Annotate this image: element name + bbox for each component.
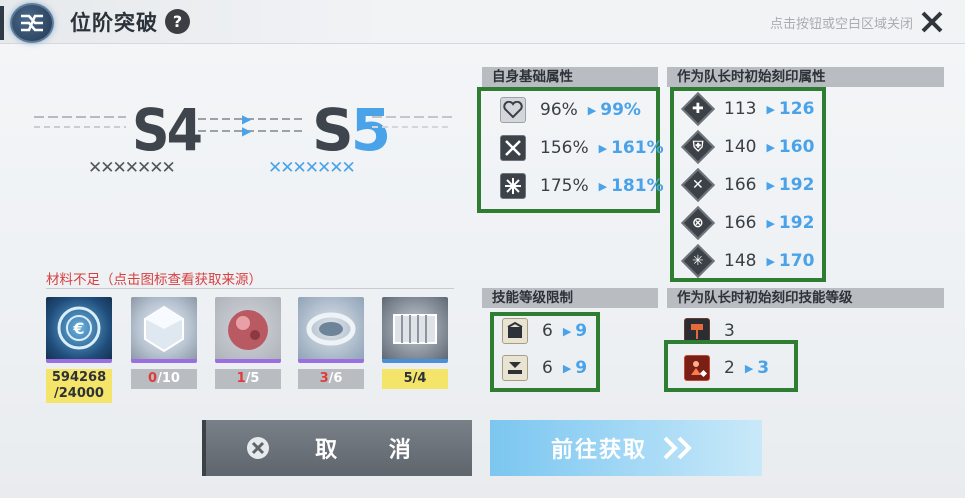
arrow-icon: ▶ — [598, 141, 608, 155]
stat-row: ✚ 113 ▶ 126 — [681, 92, 814, 126]
top-bar: 位阶突破 ? 点击按钮或空白区域关闭 — [0, 0, 965, 44]
material-count: 5/4 — [382, 369, 448, 389]
skill-box-icon — [502, 318, 528, 344]
breakthrough-logo-icon — [10, 3, 54, 43]
target-icon: ⊗ — [681, 206, 715, 240]
heart-icon — [500, 97, 526, 123]
obtain-button-label: 前往获取 — [550, 438, 647, 463]
fire-user-icon — [684, 355, 710, 381]
arrow-icon: ▶ — [766, 254, 775, 268]
stat-row: ✕ 166 ▶ 192 — [681, 168, 814, 202]
materials-warning: 材料不足（点击图标查看获取来源） — [46, 272, 262, 288]
material-red-orb-icon[interactable] — [215, 297, 281, 363]
stat-row: ⛨ 140 ▶ 160 — [681, 130, 814, 164]
close-hint: 点击按钮或空白区域关闭 — [769, 17, 913, 32]
skill-limit-title: 技能等级限制 — [482, 288, 658, 308]
obtain-button[interactable]: 前往获取 — [490, 420, 762, 476]
cancel-button[interactable]: 取 消 — [202, 420, 472, 476]
arrow-icon: ▶ — [598, 179, 608, 193]
dash-left-2 — [34, 126, 126, 128]
stat-row: ✳ 148 ▶ 170 — [681, 244, 814, 278]
stat-row: 175% ▶ 181% — [500, 173, 664, 199]
dash-left — [34, 116, 126, 118]
materials-divider — [46, 288, 454, 289]
skill-ultimate-icon — [502, 355, 528, 381]
rank-current-marks: ✕✕✕✕✕✕✕ — [88, 158, 176, 178]
rank-next: S5 — [312, 96, 391, 164]
leader-stats-title: 作为队长时初始刻印属性 — [667, 67, 944, 87]
dash-right-2 — [372, 126, 452, 128]
material-count: 594268/24000 — [46, 369, 112, 403]
stat-row: 6 ▶ 9 — [502, 318, 587, 344]
double-chevron-right-icon — [663, 436, 692, 460]
arrow-icon: ▶ — [766, 216, 775, 230]
material-credit-coin-icon[interactable]: € — [46, 297, 112, 363]
arrow-icon: ▶ — [587, 103, 597, 117]
base-stats-title: 自身基础属性 — [482, 67, 658, 87]
stat-row: 96% ▶ 99% — [500, 97, 641, 123]
crossed-swords-icon: ✕ — [681, 168, 715, 202]
shield-burst-icon — [500, 173, 526, 199]
svg-text:€: € — [72, 319, 84, 338]
arrow-icon: ▶ — [766, 102, 775, 116]
rank-current: S4 — [132, 96, 203, 164]
rank-next-marks: ✕✕✕✕✕✕✕ — [268, 158, 356, 178]
arrow-icon: ▶ — [562, 324, 572, 338]
arrow-icon: ▶ — [744, 361, 754, 375]
arrow-icon: ▶ — [766, 178, 775, 192]
armor-icon: ⛨ — [681, 130, 715, 164]
dash-mid — [198, 118, 306, 120]
help-icon[interactable]: ? — [165, 9, 190, 34]
close-icon[interactable] — [919, 9, 945, 35]
snowflake-icon: ✳ — [681, 244, 715, 278]
material-crystal-cube-icon[interactable] — [131, 297, 197, 363]
page-title: 位阶突破 — [70, 11, 158, 35]
stat-row: ⊗ 166 ▶ 192 — [681, 206, 814, 240]
dash-right — [372, 116, 452, 118]
material-count: 1/5 — [215, 369, 281, 389]
leader-skill-title: 作为队长时初始刻印技能等级 — [667, 288, 944, 308]
stat-row: 6 ▶ 9 — [502, 355, 587, 381]
arrow-icon: ▶ — [766, 140, 775, 154]
material-count: 0/10 — [131, 369, 197, 389]
stat-row: 2 ▶ 3 — [684, 355, 769, 381]
dash-mid-2 — [198, 130, 306, 132]
material-battery-pack-icon[interactable] — [382, 297, 448, 363]
cross-shield-icon: ✚ — [681, 92, 715, 126]
topbar-accent — [0, 6, 4, 40]
material-gear-ring-icon[interactable] — [298, 297, 364, 363]
cancel-button-label: 取 消 — [315, 438, 433, 463]
sword-icon — [500, 135, 526, 161]
cancel-circle-icon — [247, 437, 270, 459]
arrow-icon: ▶ — [562, 361, 572, 375]
arrow-icon: ▶ — [242, 124, 252, 138]
material-count: 3/6 — [298, 369, 364, 389]
stat-row: 156% ▶ 161% — [500, 135, 664, 161]
